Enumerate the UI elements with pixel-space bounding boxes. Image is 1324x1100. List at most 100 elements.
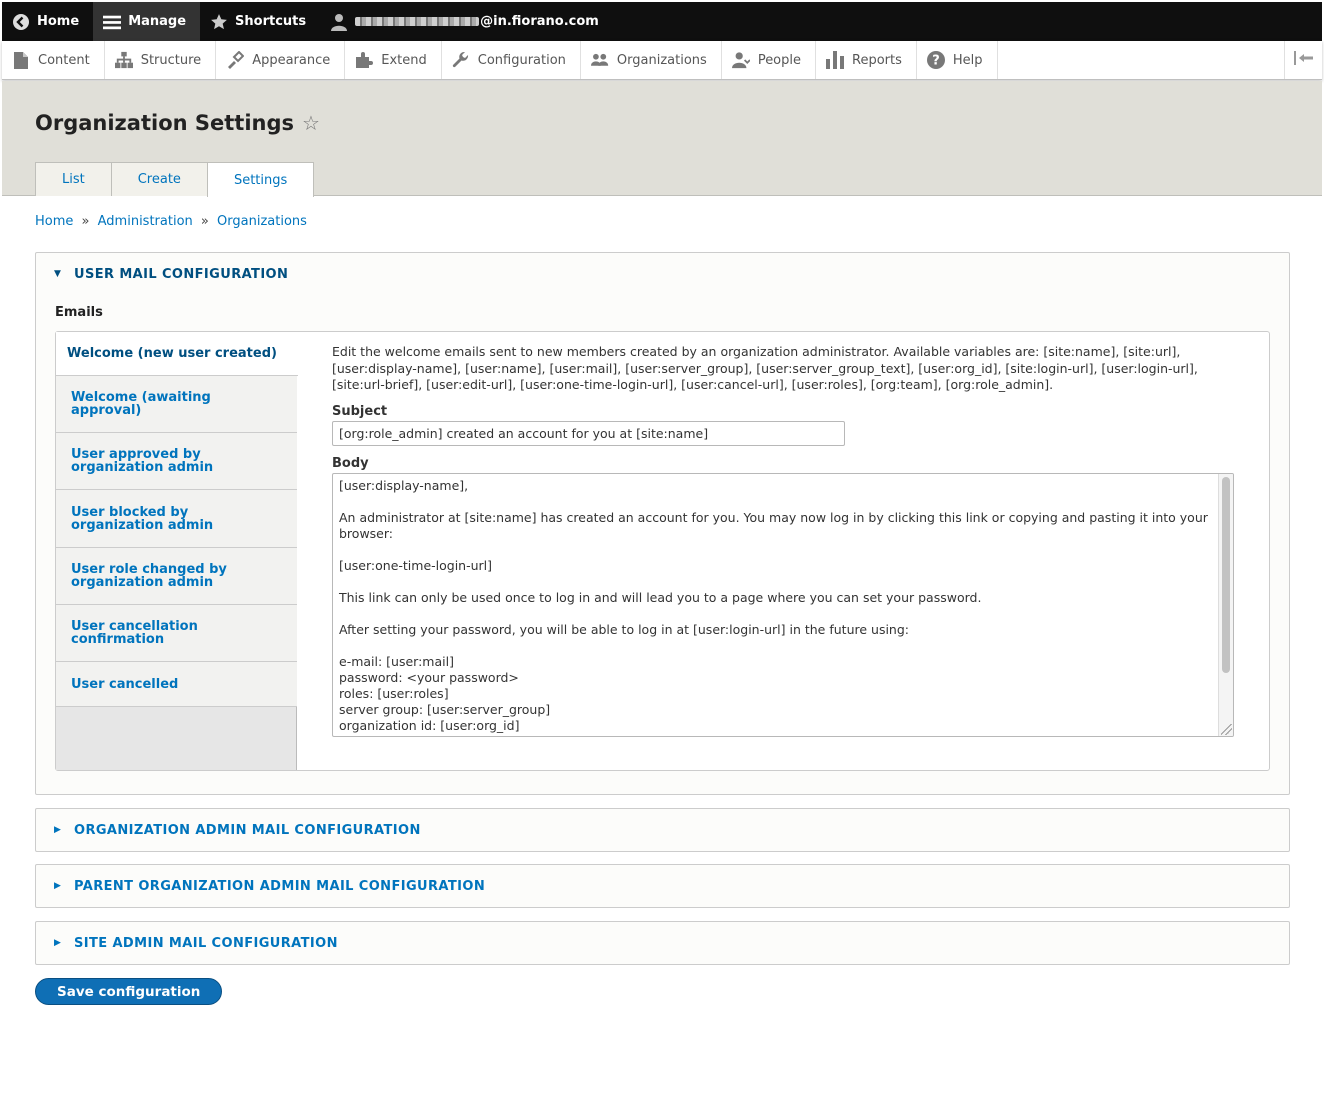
tray-item-label: Extend (381, 52, 427, 68)
paintbrush-icon (226, 51, 245, 69)
tray-orientation-toggle[interactable] (1284, 41, 1322, 79)
organization-admin-mail-summary[interactable]: ▶ ORGANIZATION ADMIN MAIL CONFIGURATION (36, 809, 1289, 851)
tray-item-people[interactable]: People (722, 41, 817, 79)
breadcrumb: Home » Administration » Organizations (35, 214, 307, 229)
tray-item-content[interactable]: Content (2, 41, 105, 79)
tab-list[interactable]: List (35, 162, 112, 196)
vtab-label: User cancellation confirmation (71, 619, 198, 647)
file-icon (12, 51, 30, 69)
shortcut-star-icon[interactable]: ☆ (302, 111, 320, 135)
tab-create[interactable]: Create (110, 162, 208, 196)
redacted-username (355, 17, 480, 26)
user-mail-configuration-section: ▼ USER MAIL CONFIGURATION Emails Welcome… (35, 252, 1290, 795)
toolbar-home-label: Home (37, 14, 80, 29)
tray-item-label: Appearance (252, 52, 331, 68)
email-vertical-tabs: Welcome (new user created) Welcome (awai… (55, 331, 1270, 771)
vtab-label: User role changed by organization admin (71, 562, 227, 590)
body-scrollbar[interactable] (1218, 473, 1233, 736)
subject-input[interactable] (332, 420, 845, 446)
bar-chart-icon (826, 51, 845, 69)
scrollbar-thumb[interactable] (1222, 476, 1230, 673)
section-title: USER MAIL CONFIGURATION (74, 266, 289, 282)
save-configuration-button[interactable]: Save configuration (35, 978, 223, 1005)
breadcrumb-organizations[interactable]: Organizations (217, 214, 307, 229)
tab-settings[interactable]: Settings (206, 162, 315, 197)
page-title: Organization Settings ☆ (35, 111, 320, 135)
section-title: PARENT ORGANIZATION ADMIN MAIL CONFIGURA… (74, 878, 486, 894)
toolbar-home[interactable]: Home (2, 2, 93, 41)
breadcrumb-separator: » (81, 214, 90, 229)
vtab-label: User cancelled (71, 676, 179, 692)
tray-item-configuration[interactable]: Configuration (442, 41, 581, 79)
body-textarea-content: [user:display-name], An administrator at… (339, 477, 1208, 733)
tray-item-extend[interactable]: Extend (345, 41, 442, 79)
toolbar-shortcuts-label: Shortcuts (235, 14, 307, 29)
user-icon (330, 13, 348, 31)
user-mail-configuration-summary[interactable]: ▼ USER MAIL CONFIGURATION (36, 253, 1289, 295)
toolbar-shortcuts[interactable]: Shortcuts (200, 2, 320, 41)
page-header: Organization Settings ☆ List Create Sett… (2, 81, 1322, 197)
site-admin-mail-section: ▶ SITE ADMIN MAIL CONFIGURATION (35, 921, 1290, 965)
site-admin-mail-summary[interactable]: ▶ SITE ADMIN MAIL CONFIGURATION (36, 922, 1289, 964)
tray-item-label: Help (952, 52, 983, 68)
vtab-label: Welcome (awaiting approval) (71, 390, 211, 418)
toolbar-manage-label: Manage (128, 14, 187, 29)
vtab-user-role-changed[interactable]: User role changed by organization admin (56, 548, 297, 605)
parent-organization-admin-mail-section: ▶ PARENT ORGANIZATION ADMIN MAIL CONFIGU… (35, 864, 1290, 908)
svg-text:?: ? (932, 54, 940, 69)
resize-grip-icon[interactable] (1221, 723, 1232, 735)
vtab-welcome-new-user[interactable]: Welcome (new user created) (56, 332, 298, 376)
vtab-user-blocked[interactable]: User blocked by organization admin (56, 490, 297, 548)
vtab-user-cancelled[interactable]: User cancelled (56, 662, 297, 707)
star-icon (210, 13, 228, 31)
hamburger-icon (103, 13, 122, 31)
toolbar-user[interactable]: @in.fiorano.com (320, 2, 613, 41)
triangle-right-icon: ▶ (54, 938, 62, 948)
sitemap-icon (114, 51, 133, 69)
body-label: Body (332, 455, 369, 471)
triangle-right-icon: ▶ (54, 825, 62, 835)
body-textarea[interactable]: [user:display-name], An administrator at… (332, 472, 1234, 737)
section-title: SITE ADMIN MAIL CONFIGURATION (74, 935, 338, 951)
breadcrumb-separator: » (200, 214, 209, 229)
vtab-user-cancellation-confirmation[interactable]: User cancellation confirmation (56, 605, 297, 662)
tray-spacer (998, 41, 1284, 79)
tray-item-organizations[interactable]: Organizations (581, 41, 722, 79)
toolbar-manage[interactable]: Manage (93, 2, 201, 41)
vtab-user-approved[interactable]: User approved by organization admin (56, 433, 297, 490)
primary-tabs: List Create Settings (35, 161, 315, 197)
subject-label: Subject (332, 403, 388, 419)
tray-item-structure[interactable]: Structure (105, 41, 217, 79)
email-description: Edit the welcome emails sent to new memb… (332, 344, 1198, 392)
triangle-right-icon: ▶ (54, 881, 62, 891)
vtab-label: User approved by organization admin (71, 447, 214, 475)
vtab-label: Welcome (new user created) (67, 346, 277, 361)
tray-item-reports[interactable]: Reports (816, 41, 917, 79)
tray-item-label: Reports (852, 52, 902, 68)
tray-item-label: Configuration (477, 52, 566, 68)
parent-organization-admin-mail-summary[interactable]: ▶ PARENT ORGANIZATION ADMIN MAIL CONFIGU… (36, 865, 1289, 907)
triangle-down-icon: ▼ (54, 269, 62, 279)
page-title-text: Organization Settings (35, 111, 295, 135)
tray-item-label: Structure (140, 52, 202, 68)
vtab-welcome-awaiting-approval[interactable]: Welcome (awaiting approval) (56, 376, 297, 433)
tray-item-help[interactable]: ? Help (917, 41, 998, 79)
wrench-icon (452, 51, 470, 69)
admin-tray: Content Structure Appearance Extend Conf… (2, 41, 1322, 80)
emails-label: Emails (55, 305, 103, 320)
admin-toolbar: Home Manage Shortcuts @in.fiorano.com (2, 2, 1322, 41)
section-title: ORGANIZATION ADMIN MAIL CONFIGURATION (74, 822, 421, 838)
people-group-icon (590, 51, 609, 69)
person-icon (731, 51, 750, 69)
collapse-left-icon (1293, 51, 1314, 69)
vtab-label: User blocked by organization admin (71, 504, 214, 533)
welcome-email-pane: Edit the welcome emails sent to new memb… (332, 344, 1237, 737)
tray-item-appearance[interactable]: Appearance (216, 41, 346, 79)
tray-item-label: People (757, 52, 802, 68)
back-arrow-icon (12, 13, 30, 31)
toolbar-user-email: @in.fiorano.com (480, 14, 599, 29)
breadcrumb-home[interactable]: Home (35, 214, 73, 229)
vertical-tabs-menu: Welcome (new user created) Welcome (awai… (56, 332, 298, 770)
puzzle-icon (355, 51, 374, 69)
breadcrumb-administration[interactable]: Administration (98, 214, 193, 229)
